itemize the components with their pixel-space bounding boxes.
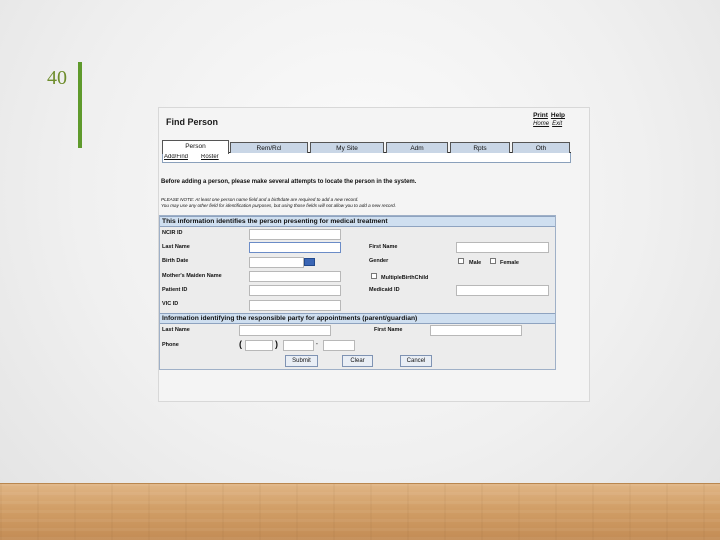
phone-dash: -: [316, 341, 318, 347]
vic-id-label: VIC ID: [162, 301, 179, 307]
top-links: Print Help Home Exit: [533, 112, 568, 127]
guardian-first-name-label: First Name: [374, 327, 403, 333]
accent-bar: [78, 62, 82, 148]
guardian-first-name-input[interactable]: [430, 325, 522, 336]
maiden-name-label: Mother's Maiden Name: [162, 273, 222, 279]
tab-bar: Person Rem/Rcl My Site Adm Rpts Oth: [162, 140, 571, 154]
note-line-2: You may use any other field for identifi…: [161, 203, 396, 208]
multiple-birth-label: MultipleBirthChild: [381, 275, 429, 281]
medicaid-id-input[interactable]: [456, 285, 549, 296]
tab-person[interactable]: Person: [162, 140, 229, 154]
phone-close-paren: ): [275, 339, 278, 349]
wood-floor: [0, 483, 720, 540]
tab-adm[interactable]: Adm: [386, 142, 448, 153]
birth-date-label: Birth Date: [162, 258, 189, 264]
section-guardian-heading: Information identifying the responsible …: [160, 313, 555, 324]
section-patient-heading: This information identifies the person p…: [160, 216, 555, 227]
gender-label: Gender: [369, 258, 389, 264]
print-link[interactable]: Print: [533, 112, 548, 119]
phone-prefix-input[interactable]: [283, 340, 314, 351]
vic-id-input[interactable]: [249, 300, 341, 311]
exit-link[interactable]: Exit: [552, 121, 562, 127]
home-link[interactable]: Home: [533, 121, 549, 127]
female-checkbox[interactable]: [490, 258, 496, 264]
first-name-label: First Name: [369, 244, 398, 250]
subtab-bar: Add/Find Roster: [162, 153, 571, 163]
male-checkbox[interactable]: [458, 258, 464, 264]
last-name-label: Last Name: [162, 244, 190, 250]
patient-id-label: Patient ID: [162, 287, 188, 293]
note-text: PLEASE NOTE: At least one person name fi…: [161, 197, 396, 209]
help-link[interactable]: Help: [551, 112, 565, 119]
tab-oth[interactable]: Oth: [512, 142, 570, 153]
subtab-add-find[interactable]: Add/Find: [164, 154, 188, 160]
page-title: Find Person: [166, 117, 219, 127]
medicaid-id-label: Medicaid ID: [369, 287, 400, 293]
female-label: Female: [500, 260, 519, 266]
tab-rem-rcl[interactable]: Rem/Rcl: [230, 142, 308, 153]
male-label: Male: [469, 260, 482, 266]
guardian-last-name-input[interactable]: [239, 325, 331, 336]
submit-button[interactable]: Submit: [285, 355, 318, 367]
tab-rpts[interactable]: Rpts: [450, 142, 510, 153]
ncir-id-label: NCIR ID: [162, 230, 183, 236]
find-person-form: This information identifies the person p…: [159, 215, 556, 370]
multiple-birth-checkbox[interactable]: [371, 273, 377, 279]
guardian-last-name-label: Last Name: [162, 327, 190, 333]
phone-open-paren: (: [239, 339, 242, 349]
intro-text: Before adding a person, please make seve…: [161, 179, 417, 185]
clear-button[interactable]: Clear: [342, 355, 373, 367]
calendar-icon[interactable]: [304, 258, 315, 266]
cancel-button[interactable]: Cancel: [400, 355, 432, 367]
subtab-roster[interactable]: Roster: [201, 154, 219, 160]
first-name-input[interactable]: [456, 242, 549, 253]
phone-area-code-input[interactable]: [245, 340, 273, 351]
patient-id-input[interactable]: [249, 285, 341, 296]
last-name-input[interactable]: [249, 242, 341, 253]
phone-line-input[interactable]: [323, 340, 355, 351]
ncir-id-input[interactable]: [249, 229, 341, 240]
slide-number: 40: [47, 67, 67, 89]
find-person-screenshot: Find Person Print Help Home Exit Person Re…: [158, 107, 590, 402]
phone-label: Phone: [162, 342, 179, 348]
birth-date-input[interactable]: [249, 257, 304, 268]
maiden-name-input[interactable]: [249, 271, 341, 282]
tab-my-site[interactable]: My Site: [310, 142, 384, 153]
